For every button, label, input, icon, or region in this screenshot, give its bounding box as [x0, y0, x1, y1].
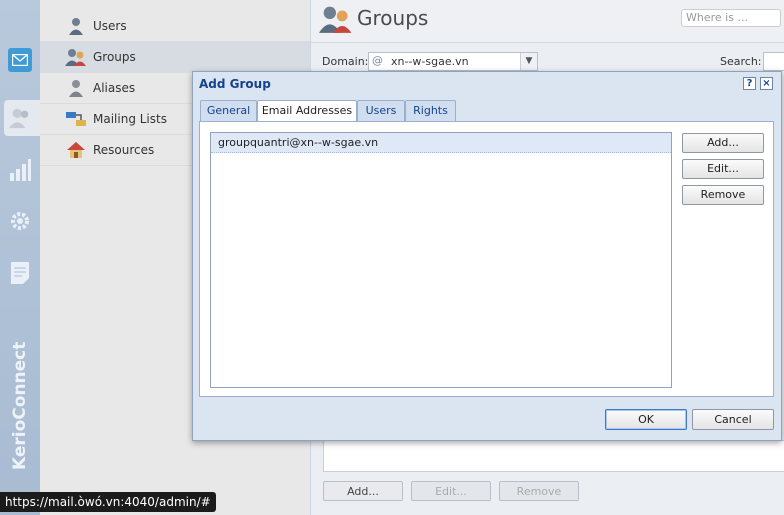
- where-is-search[interactable]: Where is ...: [681, 9, 781, 27]
- chevron-down-icon[interactable]: ▼: [520, 53, 537, 70]
- address-list[interactable]: groupquantri@xn--w-sgae.vn: [210, 132, 672, 388]
- page-header: Groups Where is ...: [311, 0, 784, 43]
- edit-group-button[interactable]: Edit...: [411, 481, 491, 501]
- tab-general[interactable]: General: [200, 100, 257, 121]
- search-label: Search:: [720, 55, 762, 68]
- domain-row: Domain: @ xn--w-sgae.vn ▼ Search:: [311, 50, 784, 72]
- tab-email-addresses[interactable]: Email Addresses: [257, 100, 357, 122]
- domain-label: Domain:: [322, 55, 369, 68]
- help-button[interactable]: ?: [743, 77, 756, 90]
- tab-users[interactable]: Users: [357, 100, 405, 121]
- alias-icon: [65, 77, 87, 99]
- dialog-title: Add Group: [199, 77, 271, 91]
- add-group-dialog: Add Group ? × General Email Addresses Us…: [192, 71, 782, 441]
- sidebar-item-label: Mailing Lists: [93, 111, 167, 126]
- cancel-button[interactable]: Cancel: [692, 409, 774, 430]
- list-item[interactable]: groupquantri@xn--w-sgae.vn: [211, 133, 671, 153]
- remove-address-button[interactable]: Remove: [682, 185, 764, 205]
- sidebar-item-label: Resources: [93, 142, 155, 157]
- add-group-button[interactable]: Add...: [323, 481, 403, 501]
- edit-address-button[interactable]: Edit...: [682, 159, 764, 179]
- log-icon[interactable]: [8, 261, 32, 285]
- status-bar-url: https://mail.òwó.vn:4040/admin/#: [0, 492, 216, 512]
- sidebar-item-label: Aliases: [93, 80, 136, 95]
- tab-rights[interactable]: Rights: [405, 100, 456, 121]
- group-icon: [65, 46, 87, 68]
- mailing-list-icon: [65, 108, 87, 130]
- app-rail: KerioConnect: [0, 0, 42, 515]
- groups-grid: [323, 440, 784, 472]
- domain-value: xn--w-sgae.vn: [391, 55, 469, 68]
- chart-icon[interactable]: [8, 158, 32, 182]
- sidebar-item-users[interactable]: Users: [40, 10, 310, 42]
- sidebar-item-label: Groups: [93, 49, 136, 64]
- remove-group-button[interactable]: Remove: [499, 481, 579, 501]
- add-address-button[interactable]: Add...: [682, 133, 764, 153]
- close-icon[interactable]: ×: [760, 77, 773, 90]
- domain-select[interactable]: @ xn--w-sgae.vn ▼: [368, 52, 538, 71]
- sidebar-item-groups[interactable]: Groups: [40, 41, 310, 73]
- brand-logo: KerioConnect: [10, 341, 30, 470]
- mail-icon[interactable]: [8, 48, 32, 72]
- ok-button[interactable]: OK: [605, 409, 687, 430]
- at-icon: @: [372, 54, 383, 67]
- search-input[interactable]: [763, 52, 784, 71]
- page-title: Groups: [357, 6, 429, 30]
- house-icon: [65, 139, 87, 161]
- group-icon: [319, 3, 353, 38]
- user-icon: [65, 15, 87, 37]
- gear-icon[interactable]: [8, 209, 32, 233]
- email-addresses-panel: groupquantri@xn--w-sgae.vn Add... Edit..…: [199, 121, 774, 397]
- sidebar-item-label: Users: [93, 18, 127, 33]
- users-icon[interactable]: [8, 106, 32, 130]
